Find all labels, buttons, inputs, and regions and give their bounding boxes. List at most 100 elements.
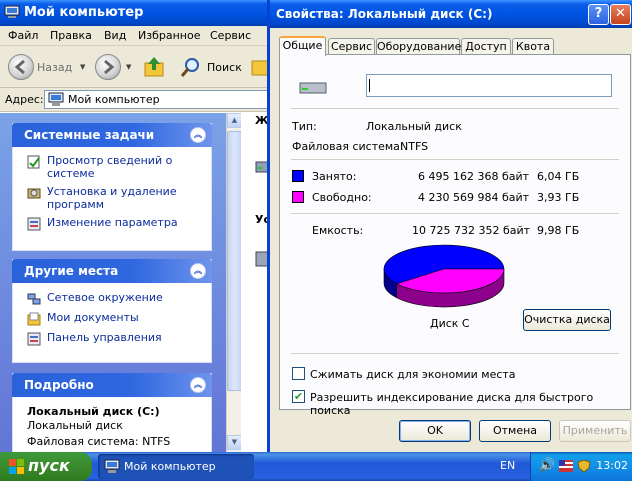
my-computer-icon <box>4 5 20 18</box>
index-checkbox[interactable]: ✔ <box>292 390 305 403</box>
forward-button[interactable] <box>95 54 121 80</box>
details-header[interactable]: Подробно ︽ <box>12 373 212 397</box>
system-tasks-panel: Системные задачи ︽ Просмотр сведений о с… <box>12 123 212 251</box>
used-size: 6,04 ГБ <box>537 170 580 183</box>
volume-icon[interactable]: 🔊 <box>539 458 555 473</box>
collapse-chevron-icon[interactable]: ︽ <box>190 377 206 393</box>
menu-file[interactable]: Файл <box>8 29 38 42</box>
place-my-documents[interactable]: Мои документы <box>27 311 207 326</box>
menu-tools[interactable]: Сервис <box>210 29 251 42</box>
start-label: пуск <box>28 456 70 475</box>
tab-general[interactable]: Общие <box>279 36 326 56</box>
tab-sharing[interactable]: Доступ <box>461 38 511 55</box>
disk-usage-pie-chart <box>383 244 505 308</box>
menu-favorites[interactable]: Избранное <box>138 29 200 42</box>
language-indicator[interactable]: EN <box>500 459 515 472</box>
other-places-title: Другие места <box>24 264 119 278</box>
add-remove-programs-icon <box>27 188 41 199</box>
place-network[interactable]: Сетевое окружение <box>27 291 207 305</box>
ok-button[interactable]: OK <box>399 420 471 442</box>
explorer-title: Мой компьютер <box>24 5 144 20</box>
local-disk-icon <box>299 82 327 94</box>
back-button[interactable] <box>8 54 34 80</box>
address-value: Мой компьютер <box>68 93 160 106</box>
flag-icon[interactable] <box>559 460 573 472</box>
menu-view[interactable]: Вид <box>104 29 126 42</box>
dialog-title-bar[interactable]: Свойства: Локальный диск (C:) ? ✕ <box>270 0 632 28</box>
fs-label: Файловая система: <box>292 140 404 153</box>
close-button[interactable]: ✕ <box>610 4 631 25</box>
compress-checkbox[interactable] <box>292 367 305 380</box>
dialog-title: Свойства: Локальный диск (C:) <box>276 7 493 21</box>
free-bytes: 4 230 569 984 байт <box>418 191 530 204</box>
compress-label[interactable]: Сжимать диск для экономии места <box>310 368 516 381</box>
help-button[interactable]: ? <box>588 4 609 25</box>
cancel-button[interactable]: Отмена <box>479 420 551 442</box>
forward-arrow-icon <box>104 59 115 75</box>
start-button[interactable]: пуск <box>0 452 92 481</box>
volume-label-input[interactable] <box>366 74 612 97</box>
apply-button[interactable]: Применить <box>559 420 631 442</box>
type-label: Тип: <box>292 120 317 133</box>
properties-dialog: Свойства: Локальный диск (C:) ? ✕ Общие … <box>267 0 632 452</box>
separator <box>291 353 619 354</box>
system-tray: 🔊 13:02 <box>530 452 632 481</box>
windows-logo-icon <box>9 459 24 474</box>
taskbar-item-my-computer[interactable]: Мой компьютер <box>98 454 254 479</box>
tab-strip: Общие Сервис Оборудование Доступ Квота <box>279 36 631 56</box>
disk-cleanup-button[interactable]: Очистка диска <box>523 309 611 331</box>
tab-tools[interactable]: Сервис <box>328 38 375 55</box>
back-label[interactable]: Назад <box>37 61 72 74</box>
type-value: Локальный диск <box>366 120 462 133</box>
back-dropdown-icon[interactable]: ▼ <box>80 63 85 71</box>
task-pane-scrollbar[interactable]: ▲ ▼ <box>226 113 242 452</box>
free-label: Свободно: <box>312 191 372 204</box>
capacity-bytes: 10 725 732 352 байт <box>412 224 531 237</box>
collapse-chevron-icon[interactable]: ︽ <box>190 263 206 279</box>
capacity-label: Емкость: <box>312 224 364 237</box>
forward-dropdown-icon[interactable]: ▼ <box>126 63 131 71</box>
tab-hardware[interactable]: Оборудование <box>376 38 461 55</box>
separator <box>291 108 619 109</box>
used-bytes: 6 495 162 368 байт <box>418 170 530 183</box>
other-places-body: Сетевое окружение Мои документы Панель у… <box>12 283 212 363</box>
task-view-system-info[interactable]: Просмотр сведений о системе <box>27 154 207 180</box>
menu-edit[interactable]: Правка <box>50 29 92 42</box>
place-control-panel[interactable]: Панель управления <box>27 331 207 346</box>
details-name: Локальный диск (C:) <box>27 405 160 418</box>
back-arrow-icon <box>14 59 25 75</box>
used-color-swatch <box>292 170 304 182</box>
search-label[interactable]: Поиск <box>207 61 242 74</box>
scroll-thumb[interactable] <box>227 131 242 391</box>
address-label: Адрес: <box>5 93 44 106</box>
details-panel: Подробно ︽ Локальный диск (C:) Локальный… <box>12 373 212 452</box>
my-computer-icon <box>104 459 120 473</box>
scroll-down-icon[interactable]: ▼ <box>227 435 242 450</box>
system-tasks-body: Просмотр сведений о системе Установка и … <box>12 147 212 251</box>
security-shield-icon[interactable] <box>577 459 591 473</box>
control-panel-icon <box>27 332 41 346</box>
tab-quota[interactable]: Квота <box>512 38 554 55</box>
free-color-swatch <box>292 191 304 203</box>
task-add-remove-programs[interactable]: Установка и удаление программ <box>27 185 207 211</box>
collapse-chevron-icon[interactable]: ︽ <box>190 127 206 143</box>
text-cursor <box>369 79 370 92</box>
control-panel-icon <box>27 217 41 231</box>
details-type: Локальный диск <box>27 419 123 432</box>
up-folder-icon[interactable] <box>142 55 166 79</box>
general-tab-panel: Тип: Локальный диск Файловая система: NT… <box>279 54 631 417</box>
separator <box>291 213 619 214</box>
fs-value: NTFS <box>400 140 429 153</box>
network-places-icon <box>27 293 41 305</box>
my-documents-icon <box>27 312 41 326</box>
index-label[interactable]: Разрешить индексирование диска для быстр… <box>310 391 630 417</box>
address-field[interactable]: Мой компьютер <box>44 90 274 109</box>
scroll-up-icon[interactable]: ▲ <box>227 113 242 128</box>
folders-icon[interactable] <box>250 55 268 79</box>
task-change-setting[interactable]: Изменение параметра <box>27 216 207 231</box>
other-places-header[interactable]: Другие места ︽ <box>12 259 212 283</box>
search-icon[interactable] <box>180 56 202 78</box>
system-tasks-header[interactable]: Системные задачи ︽ <box>12 123 212 147</box>
taskbar-item-label: Мой компьютер <box>124 460 216 473</box>
details-title: Подробно <box>24 378 94 392</box>
